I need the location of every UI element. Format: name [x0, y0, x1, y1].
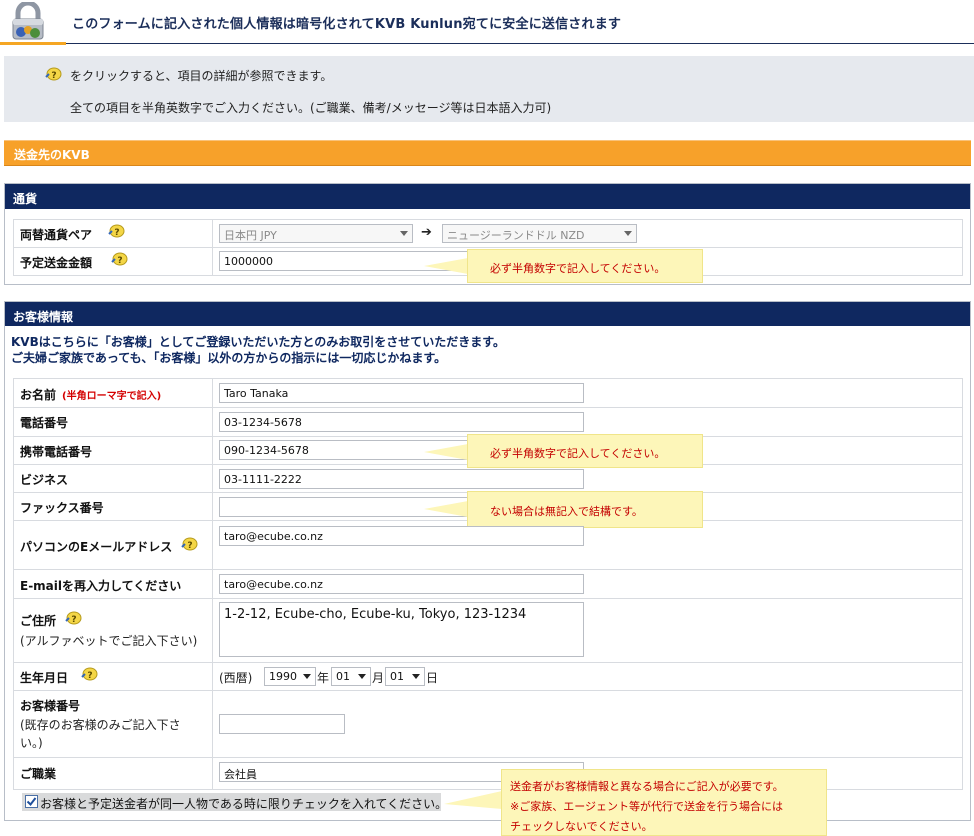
row-divider [13, 247, 963, 248]
svg-text:?: ? [117, 256, 122, 266]
tooltip-arrow [424, 258, 468, 274]
email-confirm-label: E-mailを再入力してください [20, 579, 182, 593]
svg-text:?: ? [114, 228, 119, 238]
help-icon[interactable]: ? [180, 537, 198, 551]
from-currency-select[interactable]: 日本円 JPY [219, 224, 413, 243]
currency-section-title: 通貨 [13, 192, 38, 206]
fax-tooltip: ない場合は無記入で結構です。 [467, 491, 703, 528]
customer-section-header: お客様情報 [5, 302, 970, 326]
same-person-tooltip: 送金者がお客様情報と異なる場合にご記入が必要です。 ※ご家族、エージェント等が代… [501, 769, 827, 836]
svg-text:?: ? [51, 71, 56, 81]
dob-day-value: 01 [390, 670, 404, 683]
col-divider [212, 219, 213, 276]
dob-month-value: 01 [336, 670, 350, 683]
row-divider [13, 757, 963, 758]
same-person-checkbox[interactable] [25, 795, 38, 808]
dob-month-select[interactable]: 01 [331, 667, 371, 686]
page-title: このフォームに記入された個人情報は暗号化されてKVB Kunlun宛てに安全に送… [72, 17, 622, 32]
info-help-text: をクリックすると、項目の詳細が参照できます。 [70, 69, 333, 83]
help-icon[interactable]: ? [64, 611, 82, 625]
tooltip-arrow [444, 791, 502, 809]
email-label: パソコンのEメールアドレス [20, 540, 173, 554]
phone-input[interactable]: 03-1234-5678 [219, 412, 584, 432]
mobile-label: 携帯電話番号 [20, 445, 93, 459]
svg-text:?: ? [87, 671, 92, 681]
address-label: ご住所 [20, 614, 57, 628]
dob-day-unit: 日 [426, 671, 439, 685]
tooltip-arrow [424, 501, 468, 517]
name-label-text: お名前 [20, 388, 57, 402]
arrow-right-icon: ➔ [421, 225, 432, 240]
dob-era-label: (西暦) [219, 671, 253, 685]
dob-year-select[interactable]: 1990 [264, 667, 316, 686]
row-divider [13, 662, 963, 663]
currency-section-header: 通貨 [5, 184, 970, 209]
dob-year-unit: 年 [317, 671, 330, 685]
name-label: お名前 (半角ローマ字で記入) [20, 386, 161, 403]
business-input[interactable]: 03-1111-2222 [219, 469, 584, 489]
check-icon [26, 797, 37, 807]
svg-text:?: ? [71, 615, 76, 625]
customer-notice-2: ご夫婦ご家族であっても、「お客様」以外の方からの指示には一切応じかねます。 [11, 351, 447, 365]
help-icon[interactable]: ? [110, 252, 128, 266]
amount-tooltip: 必ず半角数字で記入してください。 [467, 249, 703, 283]
amount-tooltip-text: 必ず半角数字で記入してください。 [490, 262, 666, 275]
row-divider [13, 690, 963, 691]
dob-year-value: 1990 [269, 670, 297, 683]
customer-number-label: お客様番号 [20, 699, 81, 713]
same-person-tooltip-line-2: ※ご家族、エージェント等が代行で送金を行う場合には [510, 800, 783, 813]
same-person-label: お客様と予定送金者が同一人物である時に限りチェックを入れてください。 [40, 797, 448, 811]
email-input[interactable]: taro@ecube.co.nz [219, 526, 584, 546]
tooltip-arrow [424, 444, 468, 460]
col-divider [212, 378, 213, 790]
header-divider [66, 43, 974, 44]
email-confirm-input[interactable]: taro@ecube.co.nz [219, 574, 584, 594]
to-currency-value: ニュージーランドドル NZD [447, 229, 585, 242]
fax-label: ファックス番号 [20, 501, 104, 515]
row-divider [13, 598, 963, 599]
address-sub-label: (アルファベットでご記入下さい) [20, 634, 198, 648]
dob-day-select[interactable]: 01 [385, 667, 425, 686]
same-person-tooltip-line-1: 送金者がお客様情報と異なる場合にご記入が必要です。 [510, 780, 784, 793]
phone-label: 電話番号 [20, 416, 69, 430]
help-icon[interactable]: ? [80, 667, 98, 681]
business-label: ビジネス [20, 473, 69, 487]
recipient-bar-label: 送金先のKVB [14, 148, 90, 162]
row-divider [13, 407, 963, 408]
from-currency-value: 日本円 JPY [224, 229, 277, 242]
dob-month-unit: 月 [372, 671, 385, 685]
customer-number-input[interactable] [219, 714, 345, 734]
customer-number-sub-1: (既存のお客様のみご記入下さ [20, 718, 181, 732]
lock-icon [4, 0, 52, 42]
name-input[interactable]: Taro Tanaka [219, 383, 584, 403]
to-currency-select[interactable]: ニュージーランドドル NZD [442, 224, 637, 243]
help-icon[interactable]: ? [107, 224, 125, 238]
mobile-tooltip-text: 必ず半角数字で記入してください。 [490, 447, 666, 460]
name-note: (半角ローマ字で記入) [62, 391, 162, 402]
dob-label: 生年月日 [20, 671, 69, 685]
info-input-rule: 全ての項目を半角英数字でご入力ください。(ご職業、備考/メッセージ等は日本語入力… [70, 101, 552, 115]
amount-label: 予定送金金額 [20, 256, 93, 270]
recipient-bar: 送金先のKVB [4, 140, 971, 166]
same-person-tooltip-line-3: チェックしないでください。 [510, 820, 653, 833]
row-divider [13, 569, 963, 570]
job-label: ご職業 [20, 767, 57, 781]
fax-tooltip-text: ない場合は無記入で結構です。 [490, 505, 643, 518]
svg-text:?: ? [187, 541, 192, 551]
address-textarea[interactable]: 1-2-12, Ecube-cho, Ecube-ku, Tokyo, 123-… [219, 602, 584, 657]
help-icon: ? [45, 67, 62, 81]
customer-notice-1: KVBはこちらに「お客様」としてご登録いただいた方とのみお取引をさせていただきま… [11, 335, 506, 349]
header-accent-line [0, 42, 66, 45]
mobile-tooltip: 必ず半角数字で記入してください。 [467, 434, 703, 468]
customer-section-title: お客様情報 [13, 310, 74, 324]
currency-pair-label: 両替通貨ペア [20, 228, 93, 242]
customer-number-sub-2: い。) [20, 736, 43, 750]
